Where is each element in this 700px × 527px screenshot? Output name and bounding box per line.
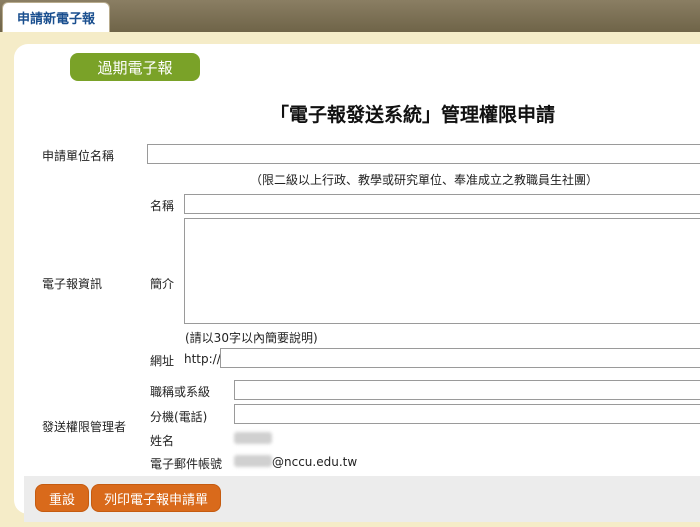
job-title-label: 職稱或系級 xyxy=(150,385,211,399)
reset-button[interactable]: 重設 xyxy=(35,484,89,512)
tab-new-newsletter[interactable]: 申請新電子報 xyxy=(2,2,110,32)
person-name-value-redacted xyxy=(234,432,272,444)
extension-label: 分機(電話) xyxy=(150,410,208,424)
page-title: 「電子報發送系統」管理權限申請 xyxy=(270,104,556,126)
email-label: 電子郵件帳號 xyxy=(150,457,223,471)
email-domain: @nccu.edu.tw xyxy=(272,455,358,469)
person-name-label: 姓名 xyxy=(150,434,175,448)
extension-input[interactable] xyxy=(234,404,700,424)
intro-textarea[interactable] xyxy=(184,218,700,324)
admin-label: 發送權限管理者 xyxy=(42,420,127,434)
unit-name-label: 申請單位名稱 xyxy=(42,149,115,163)
past-newsletter-button[interactable]: 過期電子報 xyxy=(70,53,200,81)
print-application-button[interactable]: 列印電子報申請單 xyxy=(91,484,221,512)
url-prefix: http:// xyxy=(184,352,221,366)
url-label: 網址 xyxy=(150,354,175,368)
newsletter-name-input[interactable] xyxy=(184,194,700,214)
intro-label: 簡介 xyxy=(150,277,175,291)
job-title-input[interactable] xyxy=(234,380,700,400)
email-value-redacted xyxy=(234,455,272,467)
unit-name-input[interactable] xyxy=(147,144,700,164)
newsletter-info-label: 電子報資訊 xyxy=(42,277,103,291)
newsletter-name-label: 名稱 xyxy=(150,199,175,213)
unit-note: （限二級以上行政、教學或研究單位、奉准成立之教職員生社團） xyxy=(250,173,599,187)
url-input[interactable] xyxy=(220,348,700,368)
intro-note: (請以30字以內簡要說明) xyxy=(185,331,318,345)
